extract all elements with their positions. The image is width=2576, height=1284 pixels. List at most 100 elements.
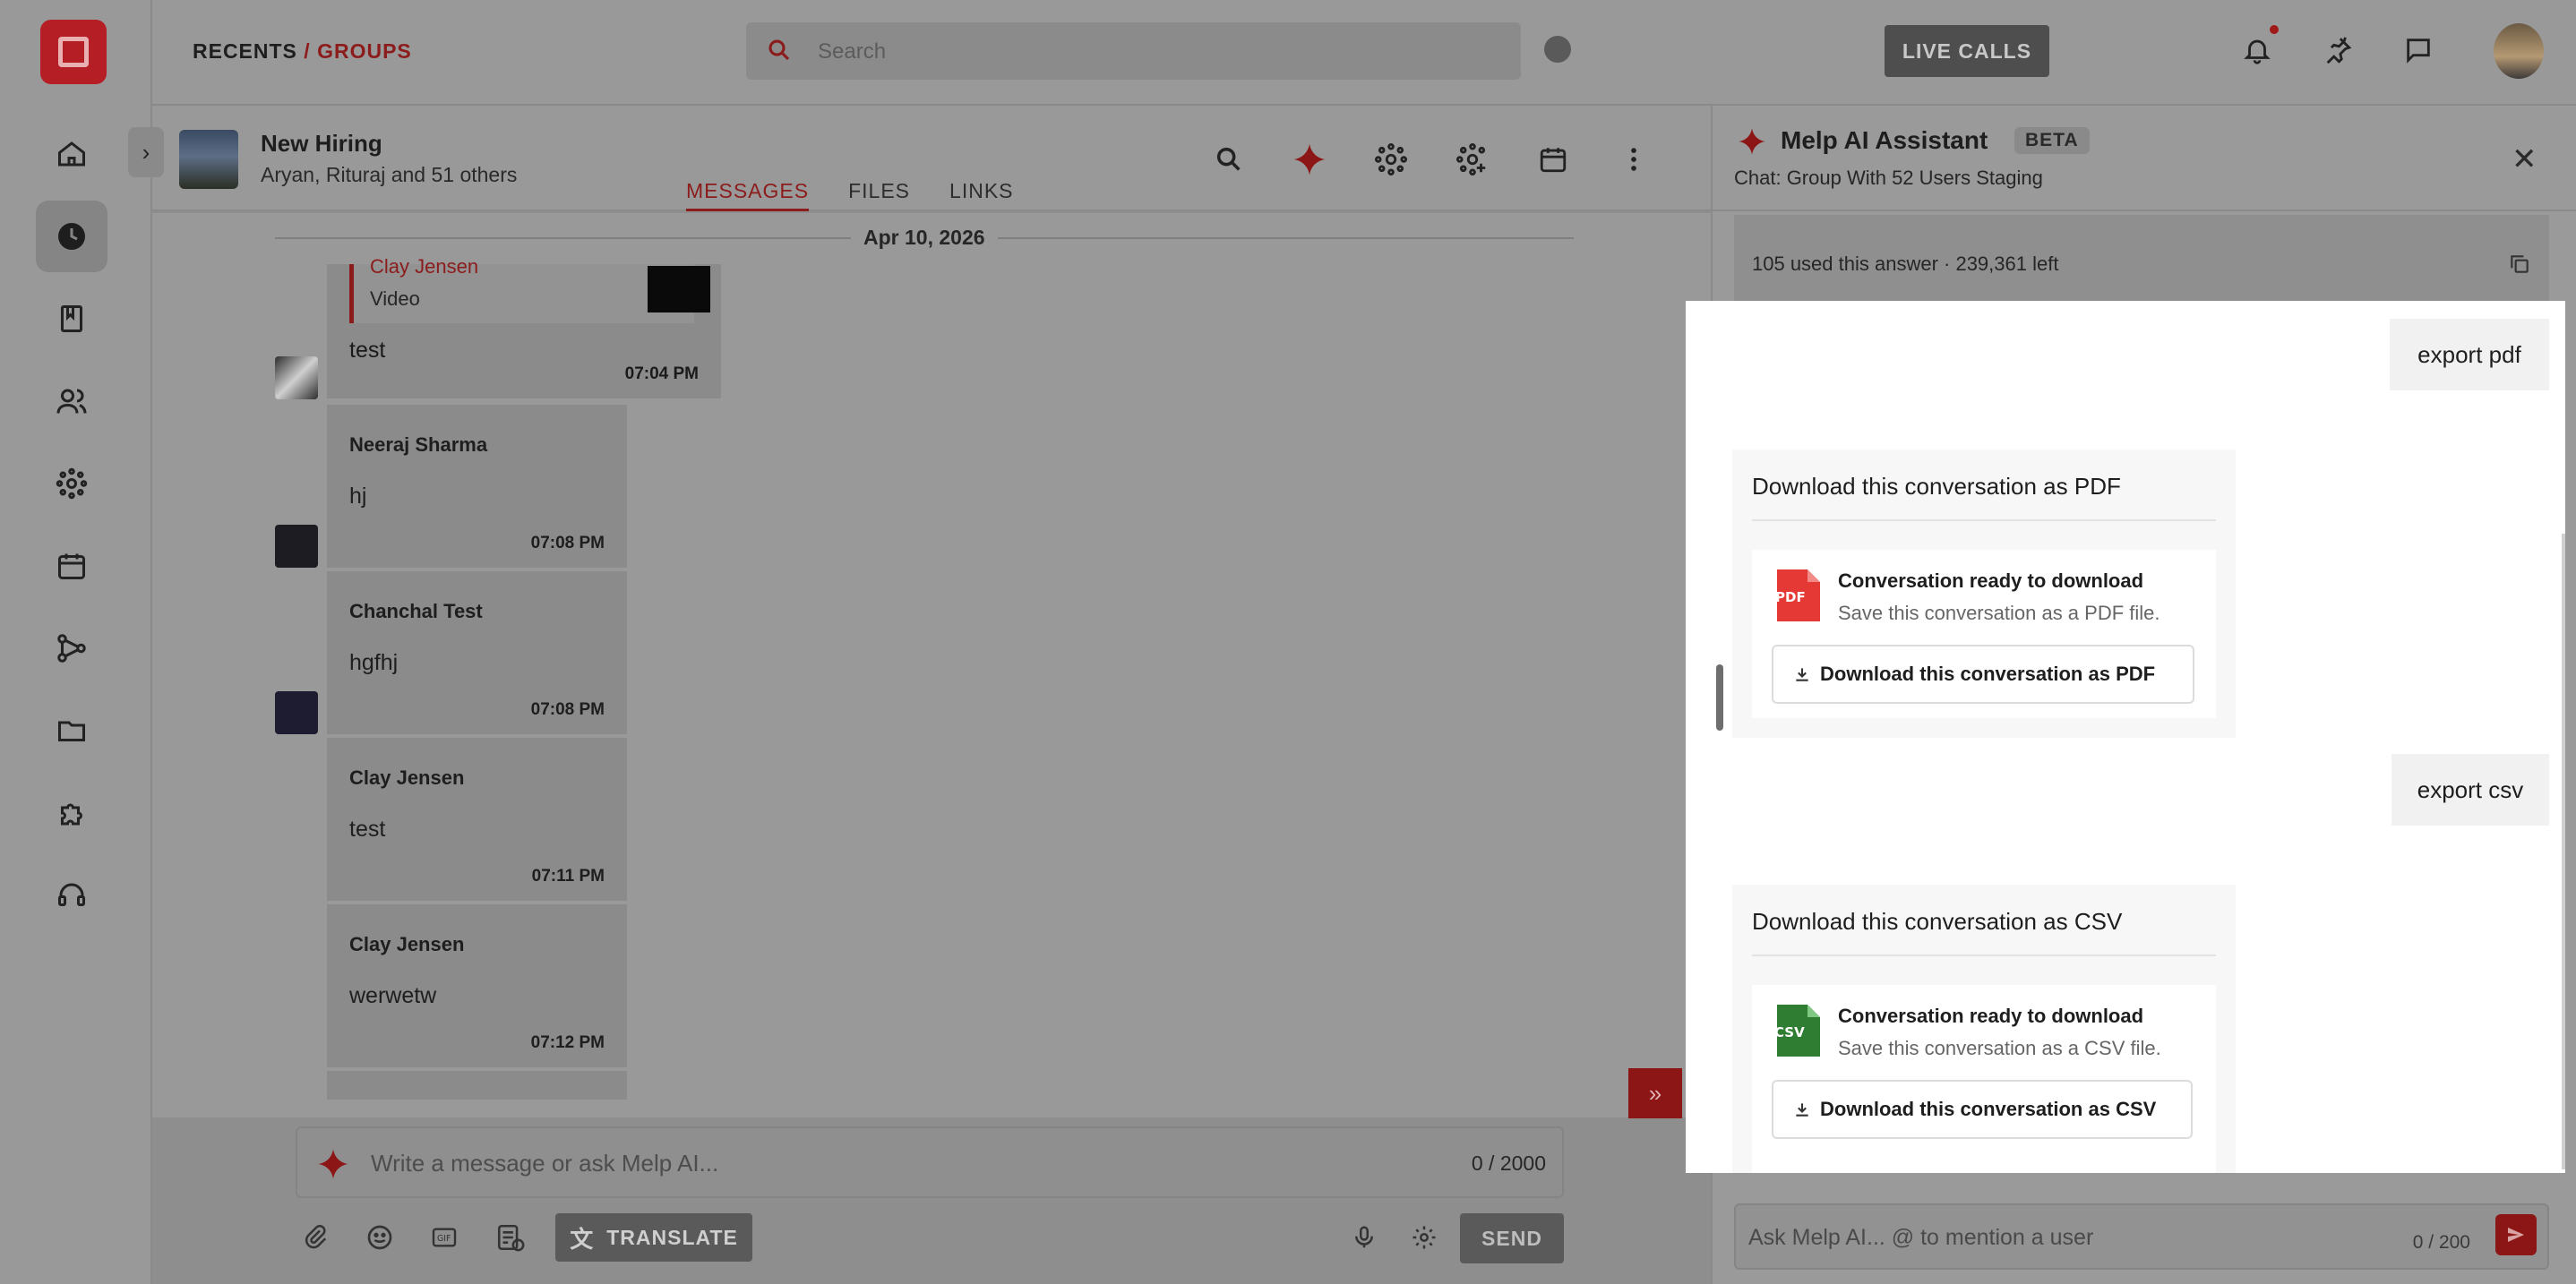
tab-files[interactable]: FILES — [848, 179, 910, 211]
date-label: Apr 10, 2026 — [851, 222, 998, 253]
message-author: Clay Jensen — [349, 933, 465, 955]
message-author: Neeraj Sharma — [349, 433, 488, 456]
group-name[interactable]: New Hiring — [261, 130, 382, 158]
message-text: hj — [349, 484, 367, 509]
gif-icon[interactable]: GIF — [426, 1220, 462, 1255]
tab-links[interactable]: LINKS — [949, 179, 1013, 211]
download-pdf-button[interactable]: Download this conversation as PDF — [1772, 645, 2194, 704]
divider — [1752, 519, 2216, 521]
group-members-icon[interactable] — [1371, 140, 1411, 179]
send-button[interactable]: SEND — [1460, 1213, 1564, 1263]
theme-toggle-icon[interactable] — [1544, 36, 1571, 63]
book-icon[interactable] — [36, 283, 107, 355]
live-calls-button[interactable]: LIVE CALLS — [1885, 25, 2049, 77]
calendar-icon[interactable] — [36, 530, 107, 602]
puzzle-icon[interactable] — [36, 777, 107, 849]
emoji-icon[interactable] — [362, 1220, 398, 1255]
download-ready-title: Conversation ready to download — [1838, 569, 2144, 592]
melp-ai-sparkle-icon[interactable] — [1290, 140, 1329, 179]
chevron-right-icon[interactable]: › — [128, 127, 164, 177]
home-icon[interactable] — [36, 118, 107, 190]
support-headset-icon[interactable] — [36, 860, 107, 931]
close-icon[interactable]: ✕ — [2512, 141, 2537, 177]
group-members[interactable]: Aryan, Rituraj and 51 others — [261, 163, 517, 187]
ai-response-card: Download this conversation as CSV CSV Co… — [1732, 885, 2236, 1173]
bell-icon[interactable] — [2239, 32, 2275, 68]
search-input[interactable]: Search — [746, 22, 1521, 80]
recents-clock-icon[interactable] — [36, 201, 107, 272]
message-item[interactable]: Clay Jensen werwetw 07:12 PM — [327, 904, 627, 1067]
workflow-icon[interactable] — [36, 612, 107, 684]
quoted-type: Video — [370, 287, 420, 310]
search-icon — [766, 37, 793, 68]
message-item[interactable] — [327, 1071, 627, 1100]
chat-tabs: MESSAGES FILES LINKS — [686, 179, 1014, 211]
teams-icon[interactable] — [36, 448, 107, 519]
scrollbar-thumb[interactable] — [1716, 664, 1723, 731]
copy-icon[interactable] — [2508, 253, 2531, 280]
calendar-icon[interactable] — [1533, 140, 1573, 179]
chat-bubble-icon[interactable] — [2400, 32, 2436, 68]
tab-messages[interactable]: MESSAGES — [686, 179, 810, 211]
download-icon — [1796, 668, 1808, 681]
group-avatar[interactable] — [179, 130, 238, 189]
template-icon[interactable] — [493, 1220, 528, 1255]
download-csv-button[interactable]: Download this conversation as CSV — [1772, 1080, 2193, 1139]
more-options-icon[interactable] — [1614, 140, 1653, 179]
quoted-author: Clay Jensen — [370, 255, 479, 278]
folder-icon[interactable] — [36, 695, 107, 766]
translate-label: TRANSLATE — [606, 1225, 738, 1249]
composer-placeholder: Write a message or ask Melp AI... — [371, 1150, 719, 1177]
search-placeholder: Search — [818, 39, 887, 64]
message-time: 07:11 PM — [531, 867, 605, 886]
avatar[interactable] — [275, 525, 318, 568]
melp-ai-sparkle-icon — [1738, 127, 1766, 160]
download-ready-subtitle: Save this conversation as a PDF file. — [1838, 602, 2160, 624]
contacts-icon[interactable] — [36, 365, 107, 437]
microphone-icon[interactable] — [1346, 1220, 1382, 1255]
beta-badge: BETA — [2014, 127, 2090, 154]
avatar[interactable] — [275, 356, 318, 399]
ai-prompt-input[interactable]: Ask Melp AI... @ to mention a user 0 / 2… — [1734, 1203, 2549, 1270]
breadcrumb-separator: / — [304, 39, 311, 63]
ai-send-button[interactable] — [2495, 1214, 2537, 1255]
scrollbar-track[interactable] — [2562, 534, 2565, 1169]
user-avatar[interactable] — [2494, 23, 2544, 79]
attachment-icon[interactable] — [297, 1220, 333, 1255]
ai-panel-title: Melp AI Assistant — [1781, 126, 1988, 154]
breadcrumb: RECENTS / GROUPS — [193, 39, 412, 64]
translate-button[interactable]: 文 TRANSLATE — [555, 1213, 752, 1262]
message-text: hgfhj — [349, 650, 399, 675]
message-reply[interactable]: Clay Jensen Video test 07:04 PM — [327, 255, 721, 398]
quoted-message[interactable]: Clay Jensen Video — [349, 255, 710, 323]
pin-icon[interactable] — [2320, 32, 2356, 68]
settings-gear-icon[interactable] — [1406, 1220, 1442, 1255]
download-csv-label: Download this conversation as CSV — [1820, 1098, 2157, 1120]
scroll-to-bottom-button[interactable]: » — [1628, 1068, 1682, 1118]
ai-panel-subtitle: Chat: Group With 52 Users Staging — [1734, 167, 2043, 189]
message-item[interactable]: Clay Jensen test 07:11 PM — [327, 738, 627, 901]
search-icon[interactable] — [1209, 140, 1249, 179]
app-logo[interactable] — [40, 20, 107, 84]
message-time: 07:04 PM — [624, 364, 699, 383]
message-text: test — [349, 817, 386, 842]
message-time: 07:08 PM — [530, 534, 605, 552]
avatar[interactable] — [275, 691, 318, 734]
response-title: Download this conversation as CSV — [1752, 908, 2123, 935]
message-item[interactable]: Neeraj Sharma hj 07:08 PM — [327, 405, 627, 568]
ai-input-placeholder: Ask Melp AI... @ to mention a user — [1748, 1225, 2094, 1250]
add-member-icon[interactable] — [1453, 140, 1492, 179]
character-count: 0 / 2000 — [1471, 1151, 1546, 1175]
usage-info: 105 used this answer · 239,361 left — [1734, 215, 2549, 301]
breadcrumb-groups[interactable]: GROUPS — [317, 39, 412, 63]
message-text: werwetw — [349, 983, 437, 1008]
download-ready-subtitle: Save this conversation as a CSV file. — [1838, 1037, 2161, 1059]
usage-text: 105 used this answer · 239,361 left — [1752, 253, 2059, 275]
message-composer[interactable]: Write a message or ask Melp AI... 0 / 20… — [296, 1126, 1564, 1198]
message-time: 07:12 PM — [530, 1033, 605, 1052]
message-item[interactable]: Chanchal Test hgfhj 07:08 PM — [327, 571, 627, 734]
download-card: CSV Conversation ready to download Save … — [1752, 985, 2216, 1173]
breadcrumb-recents[interactable]: RECENTS — [193, 39, 297, 63]
video-thumbnail[interactable] — [648, 266, 710, 312]
melp-ai-sparkle-icon[interactable] — [317, 1148, 349, 1185]
